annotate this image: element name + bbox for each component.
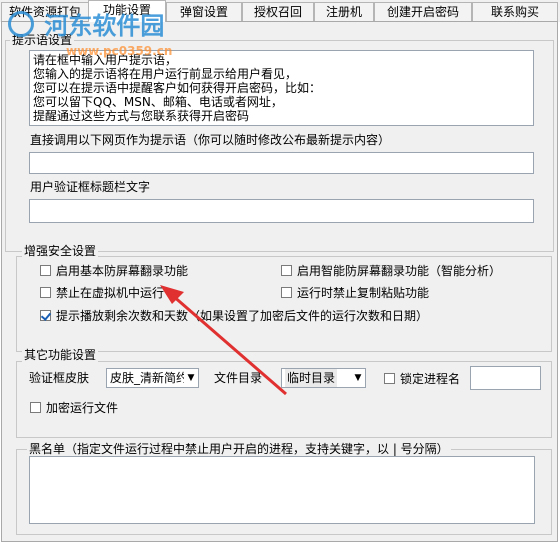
lock-process-checkbox[interactable] <box>384 372 395 384</box>
no-clipboard-label: 运行时禁止复制粘贴功能 <box>297 285 430 300</box>
prompt-settings-title: 提示语设置 <box>10 33 75 47</box>
basic-anti-capture-checkbox[interactable] <box>40 264 51 276</box>
security-group-title: 增强安全设置 <box>22 244 99 258</box>
tab-auth-recall[interactable]: 授权召回 <box>242 2 314 21</box>
lock-process-input[interactable] <box>470 366 541 390</box>
smart-anti-capture-checkbox[interactable] <box>281 264 292 276</box>
chevron-down-icon[interactable]: ▼ <box>351 369 365 387</box>
prompt-textarea[interactable]: 请在框中输入用户提示语， 您输入的提示语将在用户运行前显示给用户看见， 您可以在… <box>29 50 534 126</box>
remaining-runs-label: 提示播放剩余次数和天数（如果设置了加密后文件的运行次数和日期） <box>56 308 429 323</box>
tab-bar: 软件资源打包 功能设置 弹窗设置 授权召回 注册机 创建开启密码 联系购买 <box>0 0 560 22</box>
tab-contact-buy[interactable]: 联系购买 <box>472 2 558 21</box>
tab-function-settings[interactable]: 功能设置 <box>88 0 166 22</box>
tab-resource-pack[interactable]: 软件资源打包 <box>1 2 89 21</box>
encrypt-run-option[interactable]: 加密运行文件 <box>30 399 118 415</box>
other-settings-title: 其它功能设置 <box>22 348 99 362</box>
tab-keygen[interactable]: 注册机 <box>314 2 374 21</box>
encrypt-run-checkbox[interactable] <box>30 401 41 413</box>
smart-anti-capture-label: 启用智能防屏幕翻录功能（智能分析） <box>297 263 502 278</box>
smart-anti-capture-option[interactable]: 启用智能防屏幕翻录功能（智能分析） <box>281 262 501 278</box>
web-prompt-label: 直接调用以下网页作为提示语（你可以随时修改公布最新提示内容） <box>30 133 391 147</box>
no-clipboard-option[interactable]: 运行时禁止复制粘贴功能 <box>281 284 429 300</box>
basic-anti-capture-label: 启用基本防屏幕翻录功能 <box>56 263 189 278</box>
file-dir-label: 文件目录 <box>214 371 263 385</box>
basic-anti-capture-option[interactable]: 启用基本防屏幕翻录功能 <box>40 262 188 278</box>
tab-panel: 提示语设置 请在框中输入用户提示语， 您输入的提示语将在用户运行前显示给用户看见… <box>1 21 558 542</box>
lock-process-label: 锁定进程名 <box>400 371 461 386</box>
file-dir-select[interactable]: 临时目录 ▼ <box>281 368 366 388</box>
no-vm-option[interactable]: 禁止在虚拟机中运行 <box>40 284 164 300</box>
blacklist-title: 黑名单（指定文件运行过程中禁止用户开启的进程，支持关键字，以 | 号分隔） <box>27 442 451 456</box>
skin-label: 验证框皮肤 <box>29 371 90 385</box>
chevron-down-icon[interactable]: ▼ <box>184 369 198 387</box>
web-prompt-url-input[interactable] <box>29 152 534 174</box>
dialog-title-input[interactable] <box>29 199 534 223</box>
remaining-runs-option[interactable]: 提示播放剩余次数和天数（如果设置了加密后文件的运行次数和日期） <box>40 307 428 323</box>
tab-popup-settings[interactable]: 弹窗设置 <box>166 2 242 21</box>
dialog-title-label: 用户验证框标题栏文字 <box>30 180 151 194</box>
remaining-runs-checkbox[interactable] <box>40 309 51 321</box>
no-vm-label: 禁止在虚拟机中运行 <box>56 285 165 300</box>
encrypt-run-label: 加密运行文件 <box>46 400 119 415</box>
skin-select-value: 皮肤_清新简约 <box>110 371 189 385</box>
tab-create-password[interactable]: 创建开启密码 <box>374 2 472 21</box>
blacklist-textarea[interactable] <box>29 456 535 524</box>
no-vm-checkbox[interactable] <box>40 286 51 298</box>
lock-process-option[interactable]: 锁定进程名 <box>384 370 460 386</box>
skin-select[interactable]: 皮肤_清新简约 ▼ <box>106 368 199 388</box>
file-dir-select-value: 临时目录 <box>285 369 338 387</box>
no-clipboard-checkbox[interactable] <box>281 286 292 298</box>
